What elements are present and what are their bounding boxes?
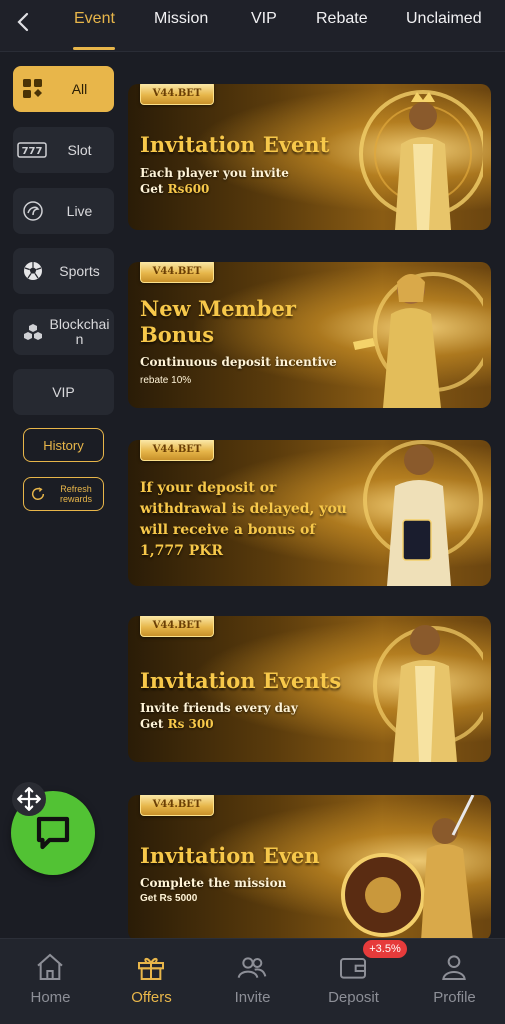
sidebar-item-label: Blockchain: [49, 316, 110, 347]
banner-reward: Get Rs600: [140, 182, 210, 196]
banner-subtitle: Each player you invite: [140, 166, 289, 180]
back-arrow-icon[interactable]: [12, 10, 36, 34]
event-banner-new-member[interactable]: V44.BET New Member Bonus Continuous depo…: [128, 262, 491, 408]
prince-figure-icon: [373, 625, 483, 762]
banner-title: Invitation Events: [140, 668, 342, 693]
slot-777-icon: 777: [17, 142, 47, 158]
brand-badge: V44.BET: [140, 616, 214, 637]
banner-title: Invitation Even: [140, 843, 320, 868]
sidebar-item-slot[interactable]: 777 Slot: [13, 127, 114, 173]
home-icon: [37, 953, 63, 980]
banner-rebate: rebate 10%: [140, 375, 192, 386]
profile-icon: [442, 955, 466, 980]
banner-subtitle: Continuous deposit incentive: [140, 355, 337, 369]
banner-title-line-1: New Member: [140, 296, 296, 321]
nav-profile[interactable]: Profile: [404, 939, 505, 1024]
king-figure-icon: [359, 90, 483, 230]
active-tab-indicator: [73, 47, 115, 50]
tab-rebate[interactable]: Rebate: [316, 10, 368, 28]
banner-title: Invitation Event: [140, 132, 330, 157]
sidebar-item-label: Sports: [59, 262, 100, 279]
grid-icon: [23, 79, 42, 98]
sidebar-item-label: VIP: [52, 383, 75, 400]
sidebar-item-sports[interactable]: Sports: [13, 248, 114, 294]
nav-label: Offers: [131, 989, 172, 1006]
top-tab-bar: Event Mission VIP Rebate Unclaimed: [0, 0, 505, 52]
brand-badge: V44.BET: [140, 440, 214, 461]
live-dealer-icon: [23, 201, 43, 221]
banner-text-line-2: withdrawal is delayed, you: [140, 501, 347, 517]
banner-text-line-3: will receive a bonus of: [140, 522, 316, 538]
man-holding-card-icon: [363, 440, 483, 586]
history-button[interactable]: History: [23, 428, 104, 462]
banner-reward: Get Rs 5000: [140, 893, 198, 904]
nav-label: Home: [30, 989, 71, 1006]
brand-badge: V44.BET: [140, 262, 214, 283]
warrior-roulette-icon: [341, 795, 475, 941]
banner-subtitle: Complete the mission: [140, 876, 287, 890]
sidebar-item-vip[interactable]: VIP: [13, 369, 114, 415]
banner-subtitle: Invite friends every day: [140, 701, 298, 715]
blockchain-icon: [24, 324, 42, 340]
refresh-rewards-label: Refresh rewards: [59, 484, 92, 504]
brand-badge: V44.BET: [140, 84, 214, 105]
move-arrows-icon: [17, 787, 41, 811]
banner-reward: Get Rs 300: [140, 717, 214, 731]
drag-move-icon[interactable]: [12, 782, 46, 816]
event-banner-invitation-daily[interactable]: V44.BET Invitation Events Invite friends…: [128, 616, 491, 762]
banner-title-line-2: Bonus: [140, 322, 215, 347]
nav-home[interactable]: Home: [0, 939, 101, 1024]
sidebar-item-live[interactable]: Live: [13, 188, 114, 234]
sidebar-item-label: Slot: [67, 141, 92, 158]
event-banner-delay-bonus[interactable]: V44.BET If your deposit or withdrawal is…: [128, 440, 491, 586]
svg-text:777: 777: [22, 146, 43, 157]
gift-icon: [138, 958, 164, 980]
nav-label: Profile: [433, 989, 476, 1006]
reward-amount: Rs 300: [167, 717, 214, 731]
bottom-navigation: Home Offers Invite Deposit Profile: [0, 938, 505, 1024]
event-banner-mission[interactable]: V44.BET Invitation Even Complete the mis…: [128, 795, 491, 941]
reward-amount: Rs600: [167, 182, 210, 196]
tab-vip[interactable]: VIP: [251, 10, 277, 28]
brand-badge: V44.BET: [140, 795, 214, 816]
refresh-rewards-button[interactable]: Refresh rewards: [23, 477, 104, 511]
invite-icon: [237, 957, 267, 979]
banner-text-line-1: If your deposit or: [140, 480, 277, 496]
tab-unclaimed[interactable]: Unclaimed: [406, 10, 482, 28]
queen-figure-icon: [353, 272, 483, 408]
refresh-icon: [31, 487, 45, 500]
event-banner-invitation[interactable]: V44.BET Invitation Event Each player you…: [128, 84, 491, 230]
sidebar-item-label: Live: [66, 202, 93, 219]
sidebar-item-blockchain[interactable]: Blockchain: [13, 309, 114, 355]
wallet-icon: [340, 958, 366, 979]
nav-label: Invite: [234, 989, 271, 1006]
nav-offers[interactable]: Offers: [101, 939, 202, 1024]
nav-label: Deposit: [328, 989, 379, 1006]
banner-text-line-4: 1,777 PKR: [140, 543, 224, 559]
tab-mission[interactable]: Mission: [154, 10, 208, 28]
nav-invite[interactable]: Invite: [202, 939, 303, 1024]
deposit-bonus-badge: +3.5%: [363, 940, 407, 958]
tab-event[interactable]: Event: [74, 10, 115, 28]
sidebar-item-label: All: [71, 80, 88, 97]
sidebar-item-all[interactable]: All: [13, 66, 114, 112]
chat-bubble-icon: [36, 816, 70, 850]
soccer-ball-icon: [24, 262, 42, 280]
